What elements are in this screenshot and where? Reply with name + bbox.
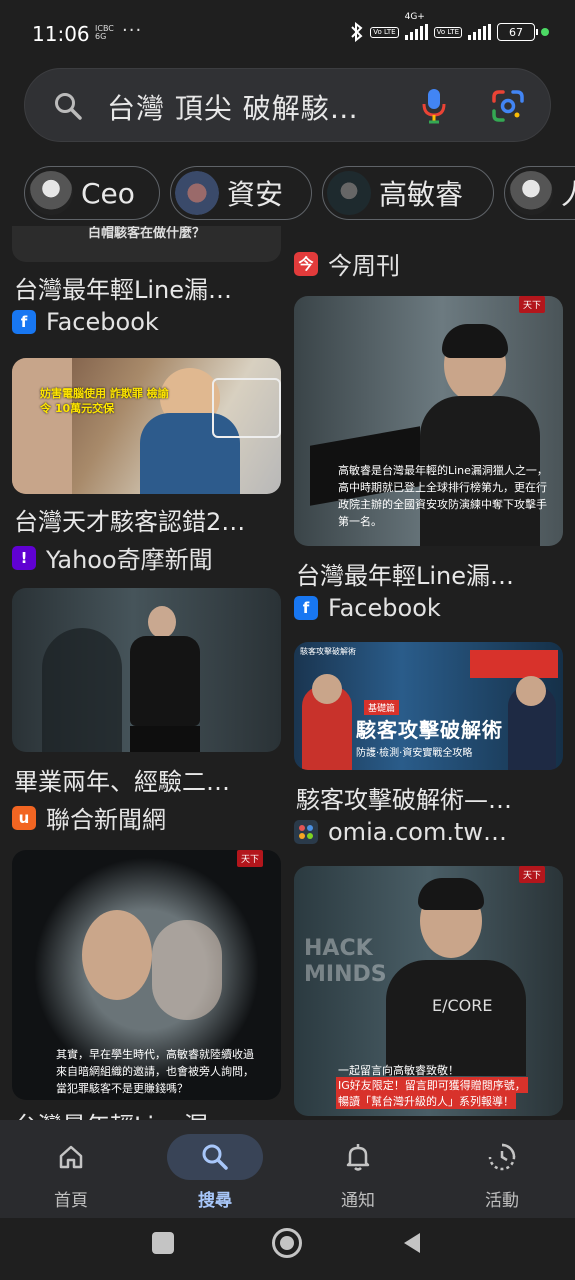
result-source[interactable]: u 聯合新聞網 [12, 800, 166, 835]
image-subheading: 防護·檢測·資安實戰全攻略 [356, 748, 473, 759]
chip-label: Ceo [81, 176, 135, 210]
chip-label: 高敏睿 [379, 178, 464, 211]
microphone-icon[interactable] [421, 87, 447, 125]
source-label: Facebook [328, 594, 441, 622]
result-title-partial[interactable]: … [296, 226, 556, 230]
chip-security[interactable]: 資安 [170, 166, 312, 220]
image-caption-line-1: 一起留言向高敏睿致敬！ [338, 1064, 459, 1077]
source-label: Yahoo奇摩新聞 [46, 546, 213, 574]
bluetooth-icon [351, 22, 363, 42]
system-navigation-bar [0, 1218, 575, 1280]
source-label: Facebook [46, 308, 159, 336]
chip-person[interactable]: 人 [504, 166, 575, 220]
bell-icon [310, 1134, 406, 1180]
status-bar: 11:06 ICBC 6G ··· Vo LTE 4G+ Vo LTE 67 [0, 0, 575, 62]
result-image[interactable]: 白帽駭客在做什麼？ [12, 226, 281, 262]
filter-chips: Ceo 資安 高敏睿 人 [24, 166, 575, 222]
image-caption-line-3: 暢讀「幫台灣升級的人」系列報導！ [336, 1093, 516, 1109]
image-caption-line-2: IG好友限定！留言即可獲得贈閱序號， [336, 1077, 528, 1093]
search-bar[interactable]: 台灣 頂尖 破解駭… [24, 68, 551, 142]
battery-icon: 67 [497, 23, 538, 41]
result-title[interactable]: 台灣最年輕Line漏… [296, 556, 556, 591]
result-source[interactable]: 今 今周刊 [294, 246, 400, 281]
volte-icon: Vo LTE [370, 26, 399, 38]
search-input[interactable]: 台灣 頂尖 破解駭… [107, 87, 402, 127]
home-button-icon[interactable] [272, 1228, 302, 1258]
chip-thumbnail [175, 171, 219, 215]
brand-tag: 天下 [236, 850, 263, 867]
activity-icon [454, 1134, 550, 1180]
result-title[interactable]: 畢業兩年、經驗二… [14, 762, 274, 797]
bottom-navigation: 首頁 搜尋 通知 活動 [0, 1120, 575, 1218]
image-caption: 妨害電腦使用 詐欺罪 檢諭令 10萬元交保 [40, 387, 169, 415]
result-source[interactable]: omia.com.tw… [294, 818, 507, 846]
shirt-logo: E/CORE [432, 996, 493, 1015]
result-source[interactable]: ! Yahoo奇摩新聞 [12, 540, 213, 575]
image-heading: 駭客攻擊破解術 [356, 718, 503, 742]
result-title[interactable]: 台灣最年輕Line漏… [14, 270, 274, 305]
nav-label: 搜尋 [198, 1191, 232, 1211]
volte-icon-2: Vo LTE [433, 26, 462, 38]
result-source[interactable]: f Facebook [294, 594, 441, 622]
chip-thumbnail [509, 171, 553, 215]
chip-label: 資安 [227, 178, 284, 211]
chip-thumbnail [29, 171, 73, 215]
source-label: omia.com.tw… [328, 818, 507, 846]
result-image[interactable]: 天下 HACK MINDS E/CORE 一起留言向高敏睿致敬！ IG好友限定！… [294, 866, 563, 1116]
facebook-icon: f [294, 596, 318, 620]
search-icon [55, 93, 82, 120]
status-mini-label: ICBC 6G [95, 24, 114, 41]
privacy-dot-icon [541, 28, 549, 36]
udn-icon: u [12, 805, 36, 830]
source-label: 今周刊 [328, 252, 400, 280]
result-image[interactable]: 駭客攻擊破解術 基礎篇 駭客攻擊破解術 防護·檢測·資安實戰全攻略 [294, 642, 563, 770]
recents-icon[interactable] [152, 1232, 174, 1254]
result-title[interactable]: 駭客攻擊破解術—… [296, 780, 556, 815]
signal-icon-2 [468, 24, 491, 40]
google-lens-icon[interactable] [491, 89, 525, 123]
nav-home[interactable]: 首頁 [16, 1120, 126, 1218]
nav-notifications[interactable]: 通知 [303, 1120, 413, 1218]
back-icon[interactable] [400, 1231, 424, 1255]
nav-label: 首頁 [54, 1191, 88, 1211]
result-title[interactable]: 台灣最年輕Line漏… [14, 1106, 274, 1120]
nav-label: 活動 [485, 1191, 519, 1211]
result-source[interactable]: f Facebook [12, 308, 159, 336]
signal-icon: 4G+ [404, 12, 428, 40]
chip-ceo[interactable]: Ceo [24, 166, 160, 220]
image-tag: 基礎篇 [364, 700, 400, 715]
omia-icon [294, 820, 318, 844]
search-icon [167, 1134, 263, 1180]
nav-activity[interactable]: 活動 [447, 1120, 557, 1218]
source-label: 聯合新聞網 [46, 806, 166, 834]
chip-gao-minrui[interactable]: 高敏睿 [322, 166, 494, 220]
status-right-icons: Vo LTE 4G+ Vo LTE 67 [350, 12, 549, 42]
brand-tag: 天下 [518, 296, 545, 313]
image-results-grid: 白帽駭客在做什麼？ 台灣最年輕Line漏… f Facebook 妨害電腦使用 … [0, 226, 575, 1120]
result-image[interactable]: 妨害電腦使用 詐欺罪 檢諭令 10萬元交保 [12, 358, 281, 494]
image-top-label: 駭客攻擊破解術 [300, 647, 356, 656]
nav-search[interactable]: 搜尋 [160, 1120, 270, 1218]
home-icon [23, 1134, 119, 1180]
image-caption: 其實，早在學生時代，高敏睿就陸續收過來自暗網組織的邀請，也會被旁人詢問，當犯罪駭… [56, 1048, 254, 1095]
status-time: 11:06 [32, 22, 90, 46]
result-image[interactable]: 天下 其實，早在學生時代，高敏睿就陸續收過來自暗網組織的邀請，也會被旁人詢問，當… [12, 850, 281, 1100]
image-caption: 白帽駭客在做什麼？ [87, 226, 205, 241]
brand-tag: 天下 [518, 866, 545, 883]
yahoo-icon: ! [12, 545, 36, 570]
chip-thumbnail [327, 171, 371, 215]
result-image[interactable] [12, 588, 281, 752]
result-image[interactable]: 天下 高敏睿是台灣最年輕的Line漏洞獵人之一，高中時期就已登上全球排行榜第九，… [294, 296, 563, 546]
nav-label: 通知 [341, 1191, 375, 1211]
status-more-dots: ··· [122, 20, 143, 41]
result-title[interactable]: 台灣天才駭客認錯2… [14, 502, 274, 537]
chip-label: 人 [561, 173, 575, 213]
facebook-icon: f [12, 310, 36, 334]
business-today-icon: 今 [294, 251, 318, 276]
image-caption: 高敏睿是台灣最年輕的Line漏洞獵人之一，高中時期就已登上全球排行榜第九，更在行… [338, 464, 548, 528]
